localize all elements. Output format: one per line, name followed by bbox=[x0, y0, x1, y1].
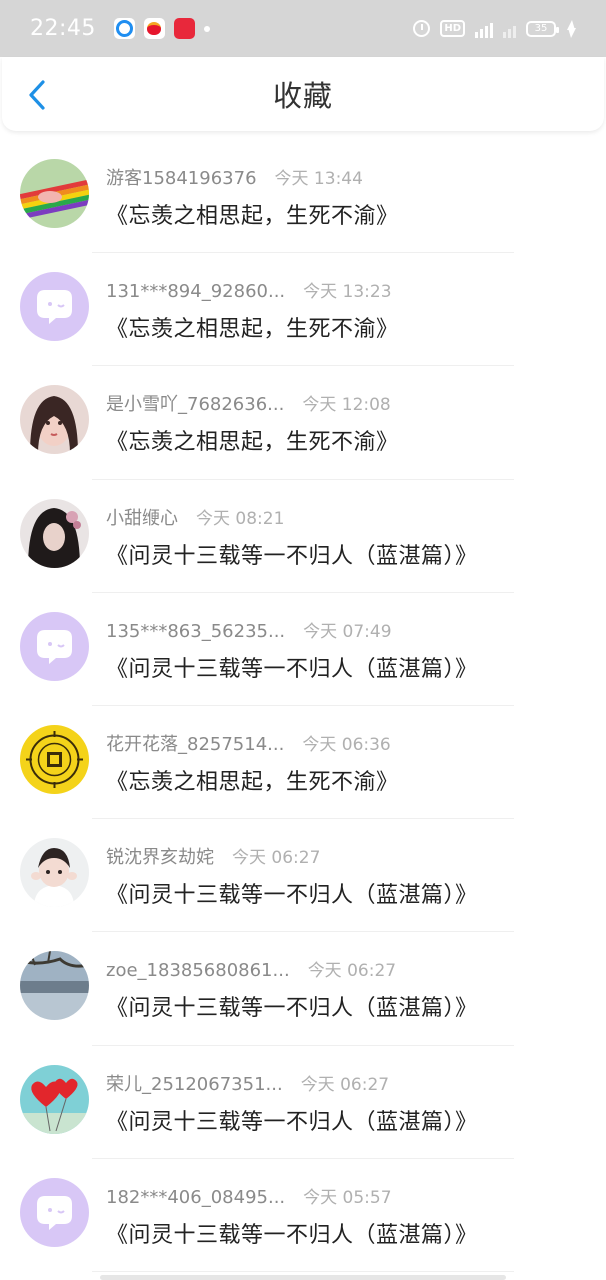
system-indicators: HD 35 bbox=[413, 19, 576, 38]
avatar[interactable] bbox=[20, 951, 89, 1021]
item-username: 花开花落_8257514... bbox=[106, 733, 285, 755]
list-item[interactable]: 锐沈界亥劫姹 今天 06:27 《问灵十三载等一不归人（蓝湛篇）》 bbox=[0, 819, 606, 933]
item-timestamp: 今天 06:36 bbox=[302, 734, 391, 755]
item-timestamp: 今天 13:23 bbox=[303, 282, 392, 303]
item-username: 锐沈界亥劫姹 bbox=[106, 847, 214, 869]
avatar[interactable] bbox=[20, 611, 89, 681]
charging-icon bbox=[566, 19, 576, 38]
navigation-header: 收藏 bbox=[2, 57, 604, 131]
item-meta: 131***894_92860... 今天 13:23 bbox=[106, 277, 392, 302]
battery-icon: 35 bbox=[526, 20, 559, 37]
item-meta: 小甜缏心 今天 08:21 bbox=[106, 504, 284, 530]
list-item[interactable]: zoe_18385680861... 今天 06:27 《问灵十三载等一不归人（蓝湛… bbox=[0, 932, 606, 1046]
signal-2-icon bbox=[503, 20, 516, 38]
back-button[interactable] bbox=[20, 75, 54, 115]
item-timestamp: 今天 07:49 bbox=[303, 621, 392, 642]
signal-icon bbox=[475, 20, 493, 38]
item-timestamp: 今天 06:27 bbox=[300, 1074, 390, 1095]
item-title[interactable]: 《忘羡之相思起，生死不渝》 bbox=[106, 311, 399, 343]
avatar[interactable] bbox=[20, 272, 89, 342]
chevron-left-icon bbox=[29, 80, 45, 110]
list-item[interactable]: 花开花落_8257514... 今天 06:36 《忘羡之相思起，生死不渝》 bbox=[0, 706, 606, 820]
more-notifications-icon bbox=[203, 25, 210, 32]
status-bar: 22:45 HD 35 bbox=[0, 0, 606, 57]
item-meta: 锐沈界亥劫姹 今天 06:27 bbox=[106, 843, 320, 869]
hd-badge: HD bbox=[440, 20, 465, 37]
item-timestamp: 今天 05:57 bbox=[303, 1187, 392, 1208]
item-meta: 花开花落_8257514... 今天 06:36 bbox=[106, 730, 391, 756]
notification-icons bbox=[113, 18, 210, 39]
item-username: 182***406_08495... bbox=[106, 1186, 286, 1208]
list-item[interactable]: 135***863_56235... 今天 07:49 《问灵十三载等一不归人（蓝湛… bbox=[0, 593, 606, 706]
item-meta: 182***406_08495... 今天 05:57 bbox=[106, 1183, 392, 1208]
item-username: 荣儿_2512067351... bbox=[106, 1073, 283, 1095]
item-timestamp: 今天 12:08 bbox=[302, 395, 391, 416]
divider bbox=[92, 1270, 514, 1272]
shopping-app-icon bbox=[173, 18, 195, 39]
item-meta: 是小雪吖_7682636... 今天 12:08 bbox=[106, 390, 391, 416]
item-username: 游客1584196376 bbox=[106, 168, 257, 189]
list-item[interactable]: 131***894_92860... 今天 13:23 《忘羡之相思起，生死不渝》 bbox=[0, 253, 606, 367]
list-item[interactable]: 游客1584196376 今天 13:44 《忘羡之相思起，生死不渝》 bbox=[0, 140, 606, 254]
item-title[interactable]: 《问灵十三载等一不归人（蓝湛篇）》 bbox=[106, 877, 478, 909]
item-timestamp: 今天 06:27 bbox=[307, 961, 397, 982]
item-username: 135***863_56235... bbox=[106, 620, 286, 642]
page-title: 收藏 bbox=[272, 79, 333, 113]
item-title[interactable]: 《问灵十三载等一不归人（蓝湛篇）》 bbox=[106, 990, 478, 1022]
item-username: zoe_18385680861... bbox=[106, 960, 290, 982]
item-title[interactable]: 《问灵十三载等一不归人（蓝湛篇）》 bbox=[106, 1217, 478, 1249]
avatar[interactable] bbox=[20, 1064, 89, 1134]
avatar[interactable] bbox=[20, 159, 89, 228]
list-item[interactable]: 是小雪吖_7682636... 今天 12:08 《忘羡之相思起，生死不渝》 bbox=[0, 366, 606, 480]
item-title[interactable]: 《忘羡之相思起，生死不渝》 bbox=[106, 424, 399, 456]
avatar[interactable] bbox=[20, 498, 89, 568]
item-meta: 135***863_56235... 今天 07:49 bbox=[106, 617, 392, 642]
home-indicator bbox=[100, 1275, 506, 1280]
avatar[interactable] bbox=[20, 724, 89, 794]
item-meta: zoe_18385680861... 今天 06:27 bbox=[106, 956, 396, 981]
weibo-app-icon bbox=[143, 18, 165, 39]
alarm-icon bbox=[413, 20, 431, 37]
item-username: 是小雪吖_7682636... bbox=[106, 394, 285, 416]
item-title[interactable]: 《忘羡之相思起，生死不渝》 bbox=[106, 198, 399, 230]
item-meta: 荣儿_2512067351... 今天 06:27 bbox=[106, 1070, 389, 1096]
item-timestamp: 今天 08:21 bbox=[196, 508, 285, 529]
list-item[interactable]: 荣儿_2512067351... 今天 06:27 《问灵十三载等一不归人（蓝湛篇）… bbox=[0, 1046, 606, 1159]
avatar[interactable] bbox=[20, 838, 89, 908]
browser-app-icon bbox=[113, 18, 135, 39]
item-username: 131***894_92860... bbox=[106, 281, 286, 303]
avatar[interactable] bbox=[20, 385, 89, 455]
item-title[interactable]: 《问灵十三载等一不归人（蓝湛篇）》 bbox=[106, 651, 478, 683]
item-timestamp: 今天 06:27 bbox=[232, 848, 321, 869]
list-item[interactable]: 小甜缏心 今天 08:21 《问灵十三载等一不归人（蓝湛篇）》 bbox=[0, 480, 606, 593]
item-title[interactable]: 《问灵十三载等一不归人（蓝湛篇）》 bbox=[106, 1104, 478, 1136]
favorites-list: 游客1584196376 今天 13:44 《忘羡之相思起，生死不渝》 131***8… bbox=[0, 140, 606, 1272]
item-title[interactable]: 《忘羡之相思起，生死不渝》 bbox=[106, 764, 399, 796]
status-time: 22:45 bbox=[30, 16, 96, 41]
item-title[interactable]: 《问灵十三载等一不归人（蓝湛篇）》 bbox=[106, 538, 478, 570]
list-item[interactable]: 182***406_08495... 今天 05:57 《问灵十三载等一不归人（蓝湛… bbox=[0, 1159, 606, 1272]
item-meta: 游客1584196376 今天 13:44 bbox=[106, 164, 363, 190]
item-timestamp: 今天 13:44 bbox=[274, 169, 363, 189]
item-username: 小甜缏心 bbox=[106, 507, 178, 529]
avatar[interactable] bbox=[20, 1177, 89, 1247]
